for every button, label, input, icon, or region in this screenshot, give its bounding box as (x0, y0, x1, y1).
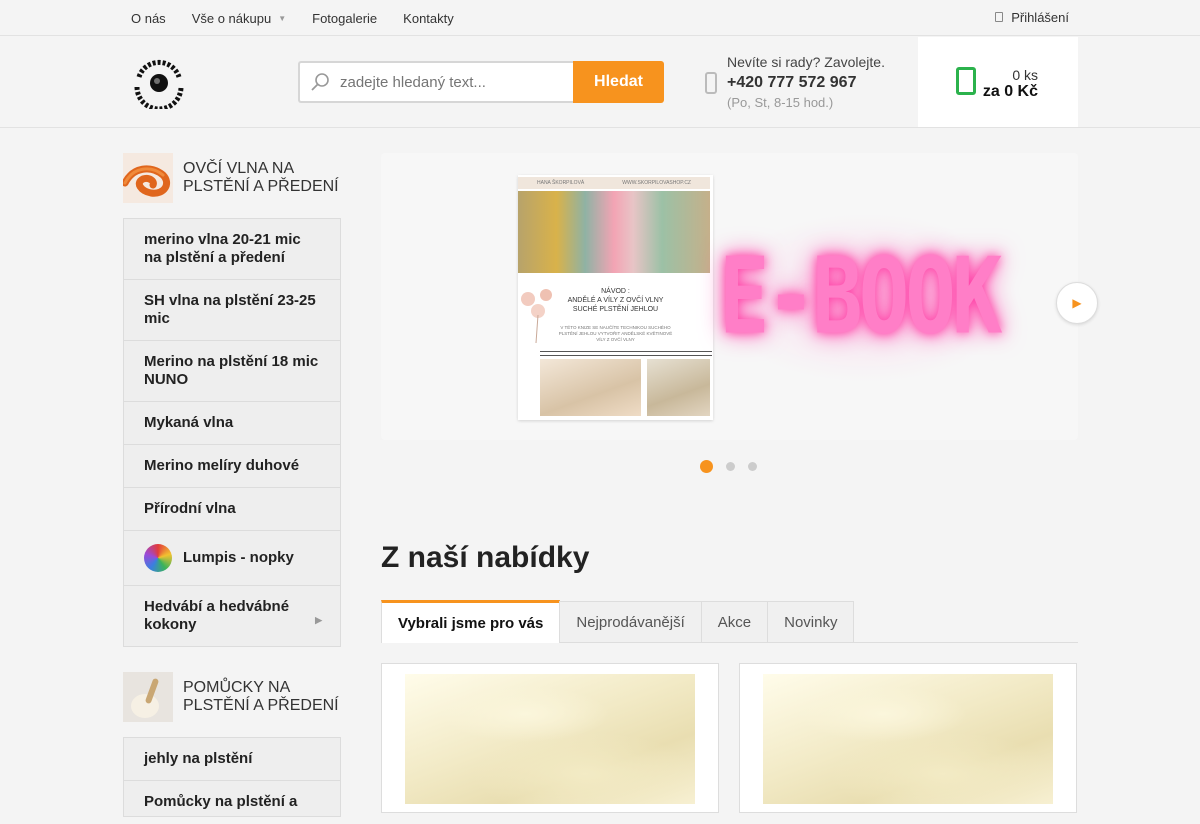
nav-o-nas[interactable]: O nás (131, 11, 166, 26)
tab-novinky[interactable]: Novinky (767, 601, 855, 642)
ebook-description: V TÉTO KNIZE SE NAUČÍTE TECHNIKOU SUCHÉH… (558, 325, 673, 342)
category-title: OVČÍ VLNA NA PLSTĚNÍ A PŘEDENÍ (183, 160, 339, 195)
search-icon (311, 73, 329, 91)
ebook-headline: E-BOOK (719, 235, 1002, 358)
top-bar: O nás Vše o nákupu ▼ Fotogalerie Kontakty… (0, 0, 1200, 36)
sidebar-item-prirodni-vlna[interactable]: Přírodní vlna (124, 488, 340, 531)
header: Hledat Nevíte si rady? Zavolejte. +420 7… (0, 37, 1200, 128)
nav-label: O nás (131, 10, 166, 26)
top-nav: O nás Vše o nákupu ▼ Fotogalerie Kontakty (123, 0, 480, 36)
category-list-pomucky: jehly na plstění Pomůcky na plstění a (123, 737, 341, 817)
nav-label: Vše o nákupu (191, 10, 272, 26)
cart-icon (956, 67, 976, 95)
sidebar-item-label: Merino melíry duhové (144, 457, 300, 474)
sidebar-item-label: SH vlna na plstění 23-25 mic (144, 292, 316, 327)
sidebar-item-merino-18-nuno[interactable]: Merino na plstění 18 mic NUNO (124, 341, 340, 402)
product-image[interactable] (763, 674, 1053, 804)
cart-price: za 0 Kč (982, 83, 1038, 100)
help-hours: (Po, St, 8-15 hod.) (727, 95, 834, 110)
search-button[interactable]: Hledat (573, 61, 664, 103)
slider-dot-2[interactable] (726, 462, 735, 471)
ebook-url: WWW.SKORPILOVASHOP.CZ (622, 180, 691, 186)
user-icon (995, 12, 1004, 22)
tab-nejprodavanejsi[interactable]: Nejprodávanější (559, 601, 702, 642)
divider (540, 355, 712, 356)
sidebar-item-jehly[interactable]: jehly na plstění (124, 738, 340, 781)
divider (540, 351, 712, 352)
ebook-hero-image (518, 191, 710, 273)
category-title: POMŮCKY NA PLSTĚNÍ A PŘEDENÍ (183, 679, 339, 714)
sidebar-item-merino-20-21[interactable]: merino vlna 20-21 mic na plstění a přede… (124, 219, 340, 280)
tab-label: Akce (717, 613, 752, 631)
help-text: Nevíte si rady? Zavolejte. (727, 54, 885, 70)
sidebar-item-label: Přírodní vlna (144, 500, 236, 517)
sidebar-item-merino-meliry[interactable]: Merino melíry duhové (124, 445, 340, 488)
section-title: Z naší nabídky (381, 541, 590, 574)
sidebar-item-label: merino vlna 20-21 mic na plstění a přede… (144, 231, 301, 266)
search-input[interactable] (340, 73, 560, 91)
product-card[interactable] (739, 663, 1077, 813)
ebook-photo-fairy (647, 359, 710, 416)
tab-vybrali-jsme[interactable]: Vybrali jsme pro vás (381, 600, 561, 643)
logo[interactable] (133, 57, 185, 109)
phone-icon (705, 72, 717, 94)
nav-label: Fotogalerie (312, 10, 378, 26)
tab-akce[interactable]: Akce (700, 601, 769, 642)
search-form: Hledat (298, 61, 664, 103)
chevron-right-icon: ▶ (315, 615, 322, 625)
sidebar-item-label: Hedvábí a hedvábné kokony (144, 598, 290, 633)
sidebar-item-label: Pomůcky na plstění a (144, 793, 298, 810)
ebook-header: HANA ŠKORPILOVÁ WWW.SKORPILOVASHOP.CZ (518, 177, 710, 189)
slider-next-button[interactable]: ▶ (1056, 282, 1098, 324)
sidebar-item-sh-vlna[interactable]: SH vlna na plstění 23-25 mic (124, 280, 340, 341)
tab-label: Nejprodávanější (576, 613, 685, 631)
nav-label: Kontakty (403, 10, 454, 26)
offer-tabs: Vybrali jsme pro vás Nejprodávanější Akc… (381, 600, 1078, 643)
category-header-ovci-vlna[interactable]: OVČÍ VLNA NA PLSTĚNÍ A PŘEDENÍ (123, 153, 343, 203)
login-label: Přihlášení (1011, 9, 1069, 25)
nav-fotogalerie[interactable]: Fotogalerie (312, 11, 377, 26)
ebook-author: HANA ŠKORPILOVÁ (537, 180, 585, 186)
slider-dot-3[interactable] (748, 462, 757, 471)
ebook-cover: HANA ŠKORPILOVÁ WWW.SKORPILOVASHOP.CZ NÁ… (518, 175, 713, 420)
banner-slider[interactable]: HANA ŠKORPILOVÁ WWW.SKORPILOVASHOP.CZ NÁ… (381, 153, 1078, 440)
product-card[interactable] (381, 663, 719, 813)
category-header-pomucky[interactable]: POMŮCKY NA PLSTĚNÍ A PŘEDENÍ (123, 672, 343, 722)
cart-qty: 0 ks (1012, 67, 1038, 83)
category-thumbnail (123, 672, 173, 722)
search-field[interactable] (298, 61, 573, 103)
nav-vse-o-nakupu[interactable]: Vše o nákupu ▼ (192, 11, 286, 26)
nav-kontakty[interactable]: Kontakty (403, 11, 454, 26)
tab-label: Vybrali jsme pro vás (398, 614, 544, 632)
ebook-title: NÁVOD : ANDĚLÉ A VÍLY Z OVČÍ VLNY SUCHÉ … (567, 288, 664, 313)
lumpis-thumbnail (144, 544, 172, 572)
category-list-ovci-vlna: merino vlna 20-21 mic na plstění a přede… (123, 218, 341, 647)
cart[interactable]: 0 ks za 0 Kč (918, 37, 1078, 127)
sidebar-item-label: jehly na plstění (144, 750, 253, 767)
sidebar-item-lumpis[interactable]: Lumpis - nopky (124, 531, 340, 586)
sidebar-item-label: Mykaná vlna (144, 414, 234, 431)
tab-label: Novinky (784, 613, 838, 631)
slider-dots (700, 460, 770, 473)
sidebar-item-pomucky[interactable]: Pomůcky na plstění a (124, 781, 340, 824)
category-thumbnail (123, 153, 173, 203)
product-image[interactable] (405, 674, 695, 804)
chevron-right-icon: ▶ (1072, 296, 1082, 310)
slider-dot-1[interactable] (700, 460, 713, 473)
sidebar-item-mykana-vlna[interactable]: Mykaná vlna (124, 402, 340, 445)
sidebar-item-hedvabi[interactable]: Hedvábí a hedvábné kokony ▶ (124, 586, 340, 646)
sidebar-item-label: Merino na plstění 18 mic NUNO (144, 353, 319, 388)
help-phone[interactable]: +420 777 572 967 (727, 74, 856, 92)
ebook-photo-angel (540, 359, 641, 416)
login-link[interactable]: Přihlášení (995, 0, 1069, 34)
sidebar-item-label: Lumpis - nopky (183, 549, 294, 566)
chevron-down-icon: ▼ (278, 13, 287, 23)
